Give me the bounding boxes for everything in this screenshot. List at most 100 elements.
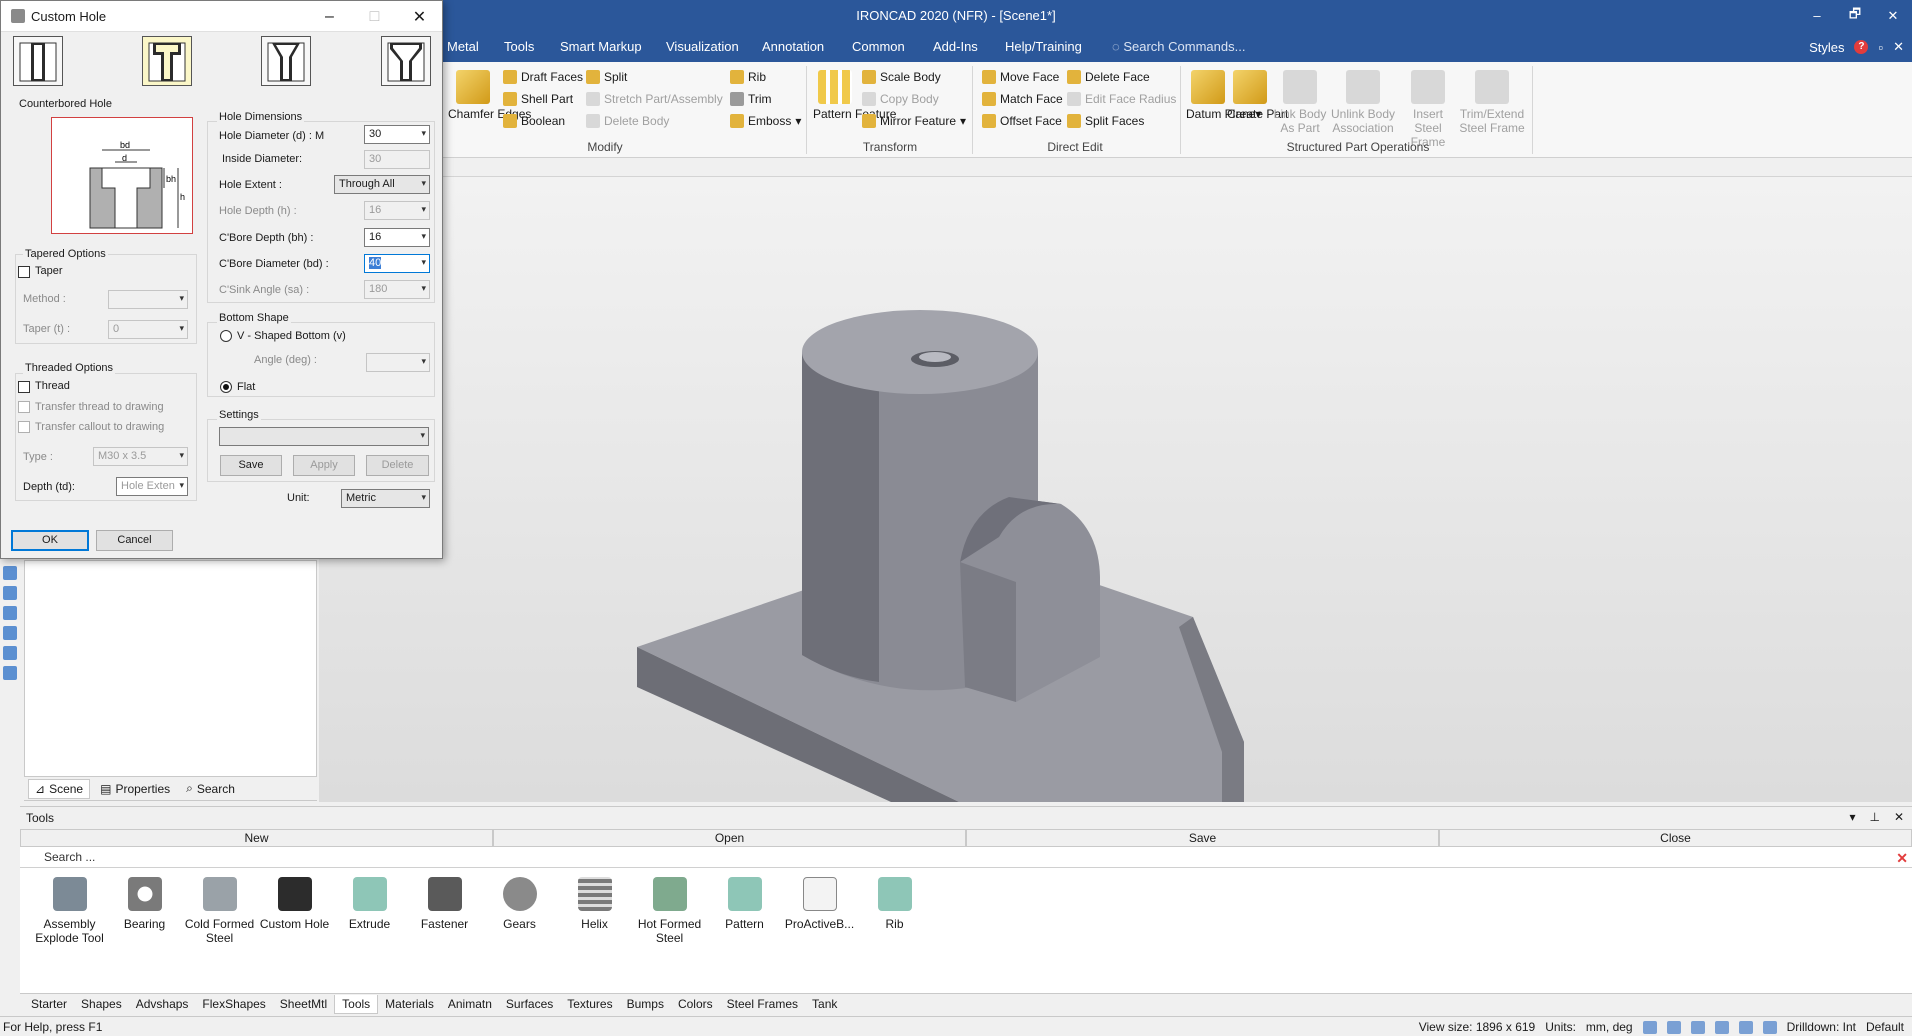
settings-select[interactable]: ▾ (219, 427, 429, 446)
insert-steel-frame-button[interactable]: Insert Steel Frame (1400, 70, 1456, 149)
cbore-diameter-select[interactable]: 40 ▾ (364, 254, 430, 273)
boolean-button[interactable]: Boolean (503, 114, 565, 128)
stretch-button[interactable]: Stretch Part/Assembly (586, 92, 723, 106)
match-face-button[interactable]: Match Face (982, 92, 1063, 106)
catalog-item[interactable]: Hot Formed Steel (632, 877, 707, 945)
delete-face-button[interactable]: Delete Face (1067, 70, 1150, 84)
pin-icon[interactable]: ⊥ (1869, 810, 1879, 824)
taper-checkbox[interactable] (18, 266, 30, 278)
render-icon[interactable] (1738, 1020, 1753, 1034)
taper-t-select[interactable]: 0 ▾ (108, 320, 188, 339)
tool-icon[interactable] (3, 586, 17, 600)
unlink-body-button[interactable]: Unlink Body Association (1330, 70, 1396, 135)
edit-face-radius-button[interactable]: Edit Face Radius (1067, 92, 1176, 106)
drilldown-select[interactable]: Drilldown: Int (1787, 1020, 1856, 1034)
cancel-button[interactable]: Cancel (96, 530, 173, 551)
tool-icon[interactable] (3, 566, 17, 580)
cbore-depth-select[interactable]: 16 ▾ (364, 228, 430, 247)
tab-visualization[interactable]: Visualization (666, 39, 739, 54)
catalog-close-button[interactable]: Close (1439, 829, 1912, 847)
restore-doc-button[interactable]: ▫ (1878, 40, 1883, 55)
catalog-tab[interactable]: Steel Frames (720, 995, 805, 1013)
catalog-tab[interactable]: Animatn (441, 995, 499, 1013)
tab-metal[interactable]: Metal (447, 39, 479, 54)
styles-menu[interactable]: Styles (1809, 40, 1844, 55)
catalog-item[interactable]: Cold Formed Steel (182, 877, 257, 945)
scale-body-button[interactable]: Scale Body (862, 70, 941, 84)
tab-properties[interactable]: ▤ Properties (94, 780, 176, 798)
method-select[interactable]: ▾ (108, 290, 188, 309)
dialog-close-button[interactable]: ✕ (397, 1, 442, 32)
catalog-tab-active[interactable]: Tools (334, 994, 379, 1014)
datum-plane-button[interactable]: Datum Plane▾ (1186, 70, 1261, 121)
csink-cbore-hole-button[interactable] (381, 36, 431, 86)
delete-body-button[interactable]: Delete Body (586, 114, 669, 128)
v-shaped-radio[interactable] (220, 330, 232, 342)
catalog-item[interactable]: ProActiveB... (782, 877, 857, 945)
counterbored-hole-button[interactable] (142, 36, 192, 86)
tab-help-training[interactable]: Help/Training (1005, 39, 1082, 54)
transfer-thread-checkbox[interactable] (18, 401, 30, 413)
help-icon[interactable]: ? (1854, 40, 1869, 54)
catalog-item[interactable]: Helix (557, 877, 632, 945)
close-icon[interactable]: ✕ (1894, 810, 1904, 824)
catalog-tab[interactable]: Surfaces (499, 995, 560, 1013)
hole-diameter-select[interactable]: 30 ▾ (364, 125, 430, 144)
emboss-button[interactable]: Emboss ▾ (730, 114, 801, 128)
countersunk-hole-button[interactable] (261, 36, 311, 86)
catalog-open-button[interactable]: Open (493, 829, 966, 847)
thread-checkbox[interactable] (18, 381, 30, 393)
chevron-down-icon[interactable]: ▾ (1849, 810, 1855, 824)
catalog-new-button[interactable]: New (20, 829, 493, 847)
shell-part-button[interactable]: Shell Part (503, 92, 573, 106)
hole-extent-select[interactable]: Through All ▾ (334, 175, 430, 194)
catalog-item[interactable]: Extrude (332, 877, 407, 945)
catalog-tab[interactable]: SheetMtl (273, 995, 334, 1013)
catalog-tab[interactable]: Colors (671, 995, 720, 1013)
tab-tools[interactable]: Tools (504, 39, 534, 54)
style-select[interactable]: Default (1866, 1020, 1904, 1034)
thread-type-select[interactable]: M30 x 3.5 ▾ (93, 447, 188, 466)
dialog-maximize-button[interactable]: □ (352, 1, 397, 32)
orbit-icon[interactable] (1690, 1020, 1705, 1034)
catalog-tab[interactable]: Starter (24, 995, 74, 1013)
tab-scene[interactable]: ⊿ Scene (28, 778, 91, 799)
3d-viewport[interactable] (319, 158, 1912, 802)
part-model[interactable] (319, 177, 1912, 802)
draft-faces-button[interactable]: Draft Faces (503, 70, 583, 84)
thread-depth-select[interactable]: Hole Exten ▾ (116, 477, 188, 496)
catalog-item[interactable]: Gears (482, 877, 557, 945)
select-icon[interactable] (1762, 1020, 1777, 1034)
split-button[interactable]: Split (586, 70, 627, 84)
catalog-tab[interactable]: Shapes (74, 995, 129, 1013)
inside-diameter-field[interactable]: 30 (364, 150, 430, 169)
catalog-tab[interactable]: Bumps (620, 995, 671, 1013)
rib-button[interactable]: Rib (730, 70, 766, 84)
ok-button[interactable]: OK (11, 530, 89, 551)
trim-button[interactable]: Trim (730, 92, 772, 106)
settings-delete-button[interactable]: Delete (366, 455, 429, 476)
catalog-search-input[interactable]: Search ... ✕ (20, 848, 1912, 868)
catalog-save-button[interactable]: Save (966, 829, 1439, 847)
tab-search[interactable]: ⌕ Search (180, 779, 241, 798)
pan-icon[interactable] (1666, 1020, 1681, 1034)
clear-search-icon[interactable]: ✕ (1896, 850, 1908, 867)
catalog-tab[interactable]: Textures (560, 995, 619, 1013)
hole-depth-select[interactable]: 16 ▾ (364, 201, 430, 220)
catalog-item[interactable]: Rib (857, 877, 932, 945)
view-icon[interactable] (1714, 1020, 1729, 1034)
unit-select[interactable]: Metric ▾ (341, 489, 430, 508)
catalog-item[interactable]: Fastener (407, 877, 482, 945)
restore-button[interactable]: 🗗 (1836, 0, 1874, 31)
tool-icon[interactable] (3, 626, 17, 640)
transfer-callout-checkbox[interactable] (18, 421, 30, 433)
simple-hole-button[interactable] (13, 36, 63, 86)
tool-icon[interactable] (3, 606, 17, 620)
offset-face-button[interactable]: Offset Face (982, 114, 1062, 128)
tool-icon[interactable] (3, 666, 17, 680)
catalog-item[interactable]: Bearing (107, 877, 182, 945)
tab-add-ins[interactable]: Add-Ins (933, 39, 978, 54)
settings-save-button[interactable]: Save (220, 455, 282, 476)
tab-annotation[interactable]: Annotation (762, 39, 824, 54)
search-commands[interactable]: ◌ Search Commands... (1112, 39, 1245, 54)
